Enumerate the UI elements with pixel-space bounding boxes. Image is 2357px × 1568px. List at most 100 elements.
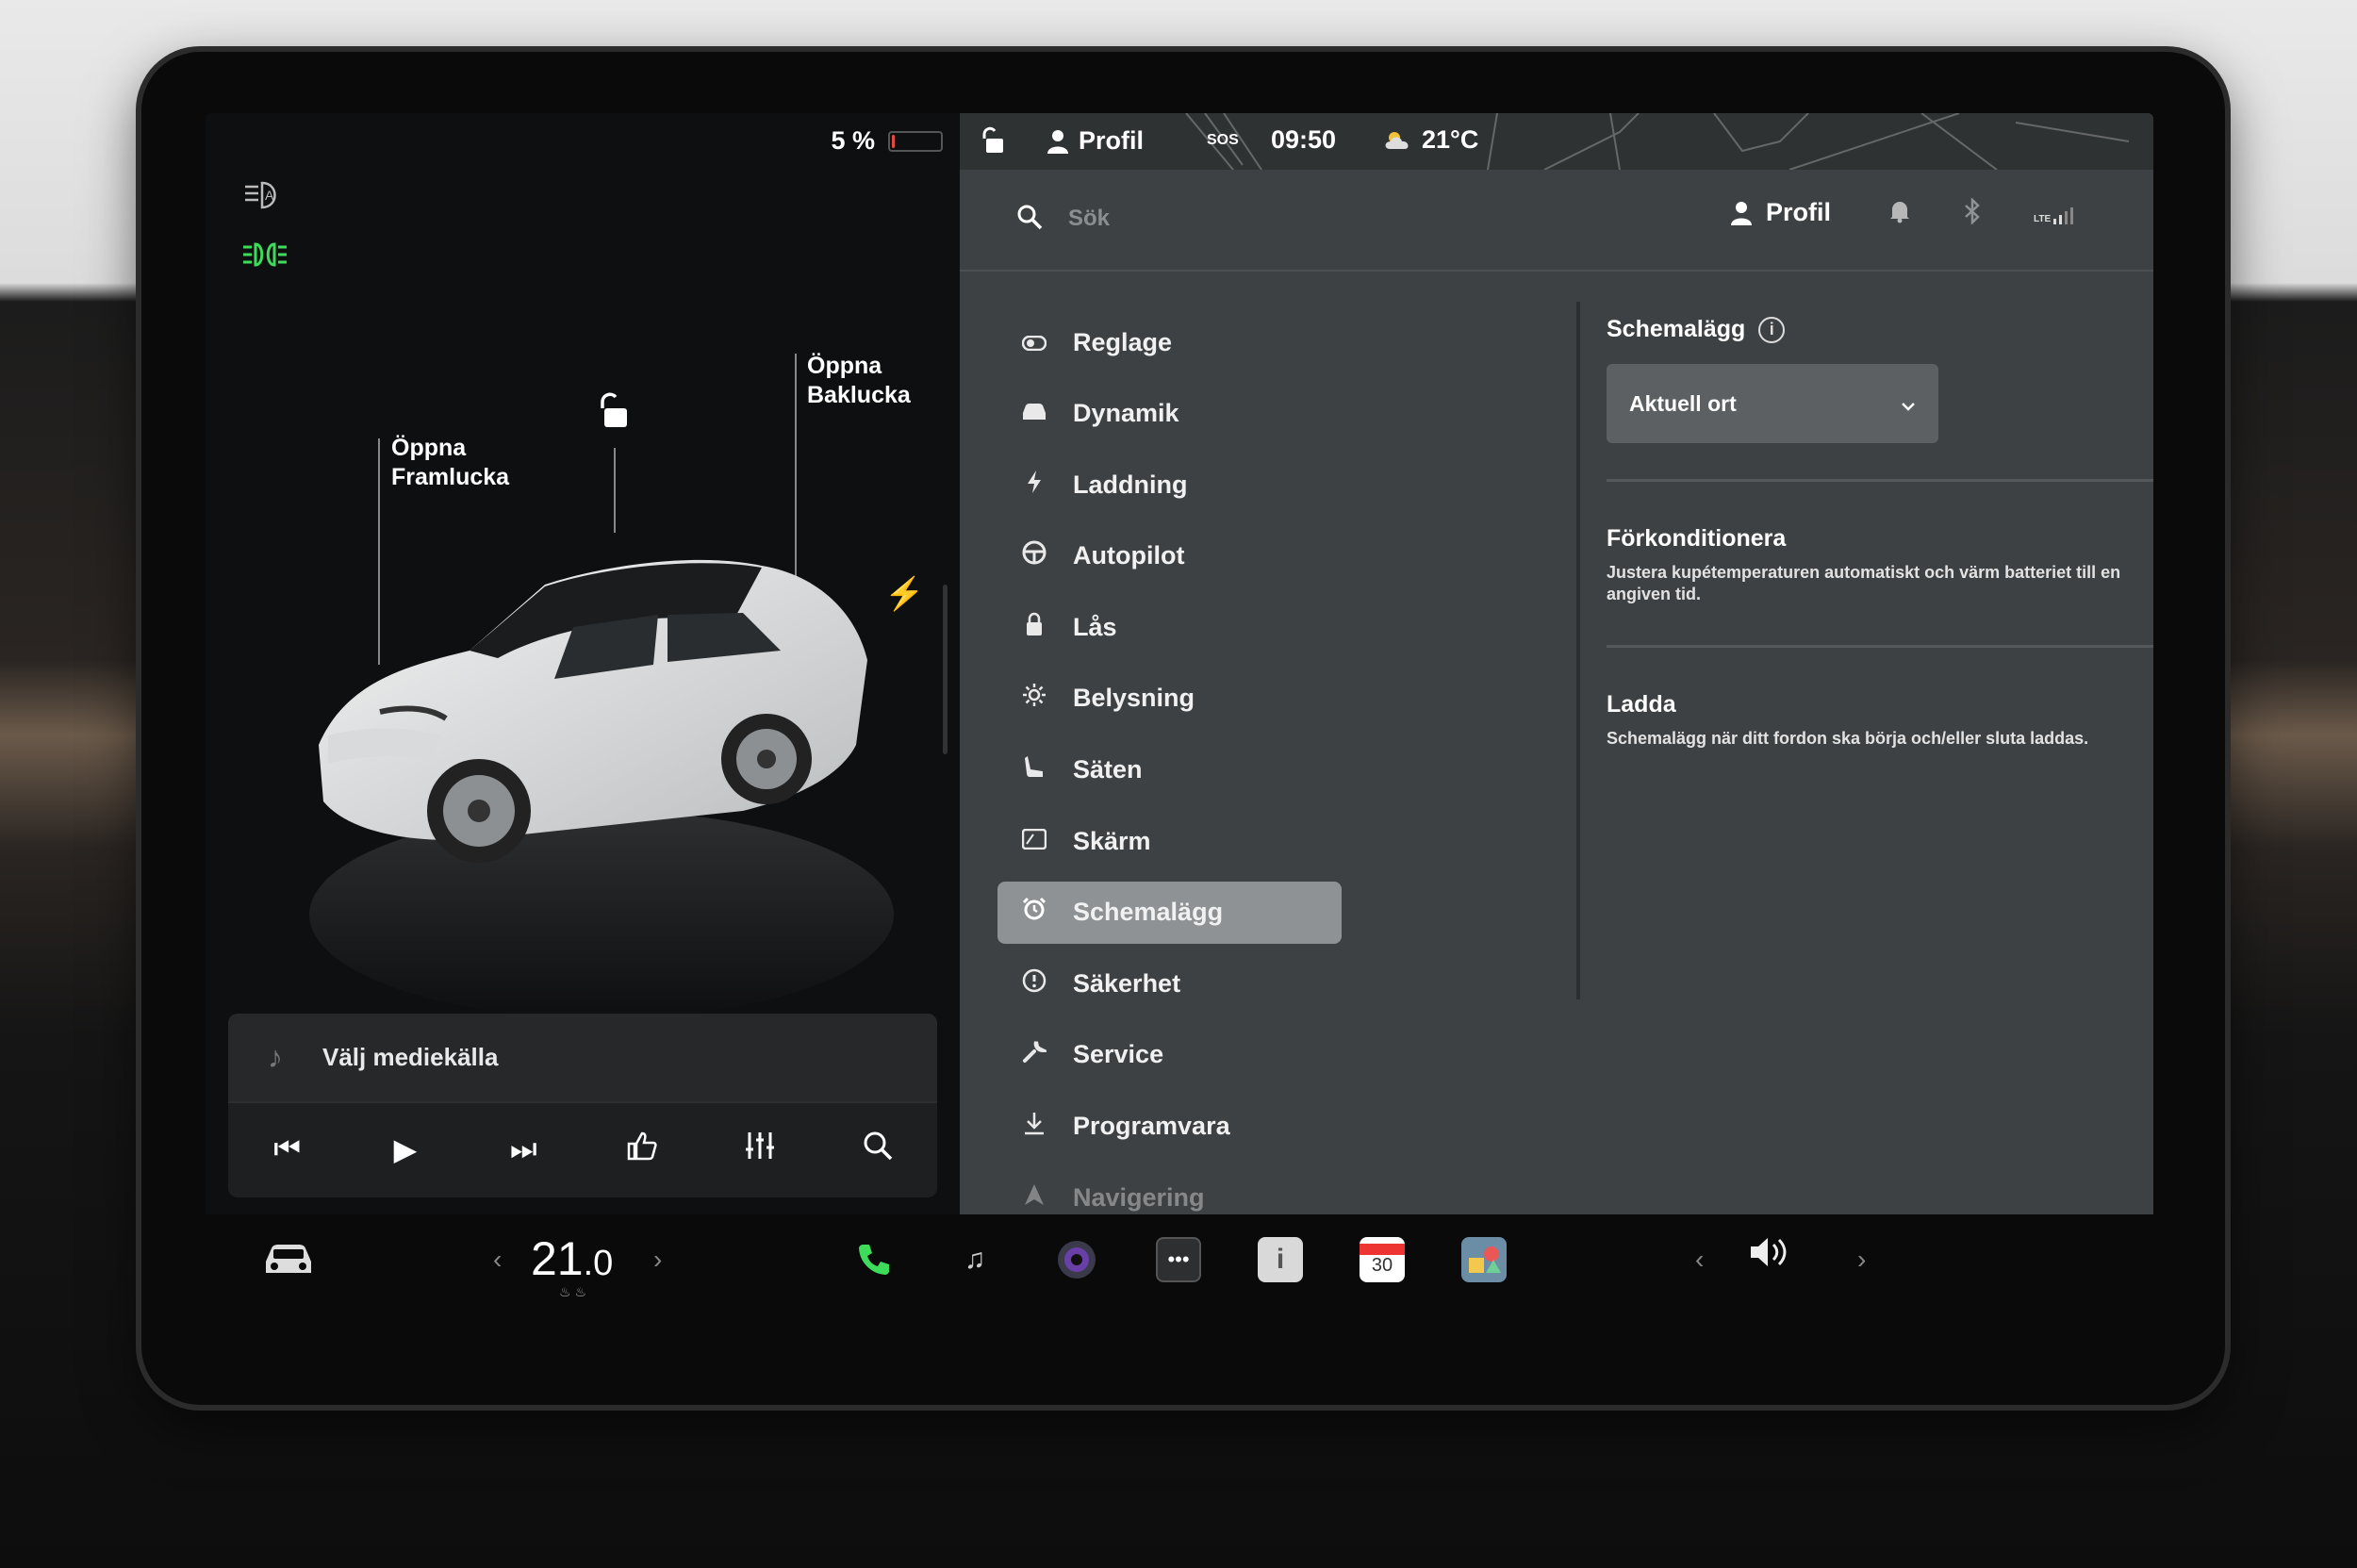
car-icon	[1020, 399, 1048, 428]
menu-item-label: Belysning	[1073, 684, 1195, 713]
menu-item-programvara[interactable]: Programvara	[997, 1096, 1342, 1158]
chevron-down-icon	[1901, 391, 1916, 417]
more-apps-icon[interactable]: •••	[1156, 1237, 1201, 1282]
manual-icon[interactable]: i	[1258, 1237, 1303, 1282]
thumbs-up-icon[interactable]	[614, 1131, 670, 1168]
bottom-dock: ‹ 21.0 › ♨ ♨ ♫ ••• i 30 ‹ ›	[206, 1214, 2153, 1309]
temp-increase-icon[interactable]: ›	[653, 1245, 662, 1275]
navigation-icon	[1020, 1182, 1048, 1213]
menu-item-säkerhet[interactable]: Säkerhet	[997, 952, 1342, 1015]
weather: 21°C	[1384, 125, 1478, 155]
battery-percent: 5 %	[831, 126, 875, 155]
panel-scrollbar[interactable]	[943, 585, 948, 754]
toggle-icon	[1020, 328, 1048, 357]
menu-item-label: Lås	[1073, 612, 1117, 641]
camera-icon[interactable]	[1054, 1237, 1099, 1282]
bell-icon[interactable]	[1888, 199, 1911, 230]
menu-item-belysning[interactable]: Belysning	[997, 668, 1342, 730]
person-icon	[1731, 201, 1752, 225]
menu-item-label: Laddning	[1073, 470, 1188, 499]
auto-headlights-icon[interactable]: A	[241, 179, 283, 219]
schedule-content: Schemalägg i Aktuell ort Förkonditionera…	[1607, 316, 2153, 811]
menu-item-lås[interactable]: Lås	[997, 596, 1342, 658]
music-app-icon[interactable]: ♫	[952, 1237, 997, 1282]
header-icons: LTE	[1888, 196, 2076, 231]
precondition-description: Justera kupétemperaturen automatiskt och…	[1607, 563, 2121, 603]
menu-item-label: Programvara	[1073, 1112, 1230, 1141]
car-panel: 5 % A Öppna Framlucka Öppna Baklucka ⚡ ♪…	[206, 113, 960, 1214]
trunk-label-line2: Baklucka	[807, 382, 911, 408]
volume-icon[interactable]	[1747, 1233, 1796, 1280]
search-icon[interactable]	[1016, 204, 1043, 235]
person-icon	[1047, 129, 1068, 154]
sos-icon[interactable]: SOS	[1207, 132, 1239, 149]
equalizer-icon[interactable]	[732, 1131, 788, 1168]
menu-item-säten[interactable]: Säten	[997, 739, 1342, 801]
previous-track-icon[interactable]: ⏮	[259, 1131, 316, 1167]
settings-menu: Reglage Dynamik Laddning Autopilot Lås Belysn…	[997, 311, 1342, 1238]
temp-decrease-icon[interactable]: ‹	[493, 1245, 502, 1275]
play-icon[interactable]: ▶	[377, 1131, 434, 1167]
unlock-icon[interactable]	[597, 391, 633, 436]
menu-item-dynamik[interactable]: Dynamik	[997, 383, 1342, 445]
clock-time: 09:50	[1271, 125, 1337, 154]
door-unlocked-icon[interactable]	[981, 126, 1005, 155]
cloud-sun-icon	[1385, 131, 1409, 149]
phone-icon[interactable]	[851, 1237, 897, 1282]
menu-item-skärm[interactable]: Skärm	[997, 810, 1342, 872]
music-note-icon: ♪	[268, 1040, 283, 1074]
download-icon	[1020, 1111, 1048, 1142]
schedule-section-title: Schemalägg i	[1607, 316, 2153, 343]
open-trunk-label[interactable]: Öppna Baklucka	[807, 352, 911, 410]
menu-item-label: Säkerhet	[1073, 968, 1181, 998]
menu-item-label: Skärm	[1073, 826, 1151, 855]
search-input[interactable]	[1068, 200, 1445, 238]
profile-name: Profil	[1079, 126, 1145, 155]
volume-down-icon[interactable]: ‹	[1695, 1245, 1704, 1275]
car-icon[interactable]	[262, 1241, 315, 1283]
menu-item-label: Autopilot	[1073, 541, 1185, 570]
info-icon[interactable]: i	[1758, 316, 1786, 343]
menu-item-reglage[interactable]: Reglage	[997, 311, 1342, 373]
media-player: ♪ Välj mediekälla ⏮ ▶ ⏭	[228, 1014, 937, 1197]
cabin-temperature[interactable]: 21.0	[531, 1231, 613, 1286]
menu-item-laddning[interactable]: Laddning	[997, 454, 1342, 516]
touchscreen: 5 % A Öppna Framlucka Öppna Baklucka ⚡ ♪…	[206, 113, 2153, 1309]
charge-port-icon[interactable]: ⚡	[884, 575, 924, 613]
bolt-icon	[1020, 470, 1048, 501]
alert-circle-icon	[1020, 968, 1048, 999]
alarm-clock-icon	[1020, 897, 1048, 928]
menu-item-label: Reglage	[1073, 327, 1173, 356]
location-select[interactable]: Aktuell ort	[1607, 364, 1938, 443]
toybox-icon[interactable]	[1461, 1237, 1507, 1282]
parking-lights-icon[interactable]	[241, 240, 288, 276]
car-3d-image	[290, 500, 903, 1028]
settings-panel: Profil SOS 09:50 21°C Profil	[960, 113, 2153, 1214]
trunk-label-line1: Öppna	[807, 353, 882, 379]
menu-item-label: Schemalägg	[1073, 898, 1224, 927]
charge-schedule-row: Ladda Schemalägg när ditt fordon ska bör…	[1607, 648, 2153, 811]
calendar-header	[1360, 1243, 1405, 1255]
search-header: Profil LTE	[960, 170, 2153, 272]
media-controls: ⏮ ▶ ⏭	[228, 1103, 937, 1196]
profile-label: Profil	[1766, 198, 1832, 226]
media-source-row[interactable]: ♪ Välj mediekälla	[228, 1014, 937, 1103]
schedule-title: Schemalägg	[1607, 316, 1746, 342]
bluetooth-icon[interactable]	[1963, 196, 1982, 231]
open-frunk-label[interactable]: Öppna Framlucka	[391, 434, 509, 492]
menu-item-schemalägg[interactable]: Schemalägg	[997, 881, 1342, 944]
media-search-icon[interactable]	[849, 1130, 906, 1169]
calendar-icon[interactable]: 30	[1360, 1237, 1405, 1282]
svg-text:A: A	[265, 188, 274, 203]
location-select-value: Aktuell ort	[1629, 390, 1737, 416]
charge-description: Schemalägg när ditt fordon ska börja och…	[1607, 729, 2089, 748]
menu-item-autopilot[interactable]: Autopilot	[997, 525, 1342, 587]
next-track-icon[interactable]: ⏭	[495, 1131, 552, 1167]
profile-button[interactable]: Profil	[1730, 198, 1831, 227]
precondition-row: Förkonditionera Justera kupétemperaturen…	[1607, 482, 2153, 645]
volume-up-icon[interactable]: ›	[1857, 1245, 1866, 1275]
profile-status[interactable]: Profil	[1047, 126, 1144, 156]
menu-item-service[interactable]: Service	[997, 1024, 1342, 1086]
charge-title: Ladda	[1607, 691, 1676, 718]
precondition-title: Förkonditionera	[1607, 525, 1787, 552]
